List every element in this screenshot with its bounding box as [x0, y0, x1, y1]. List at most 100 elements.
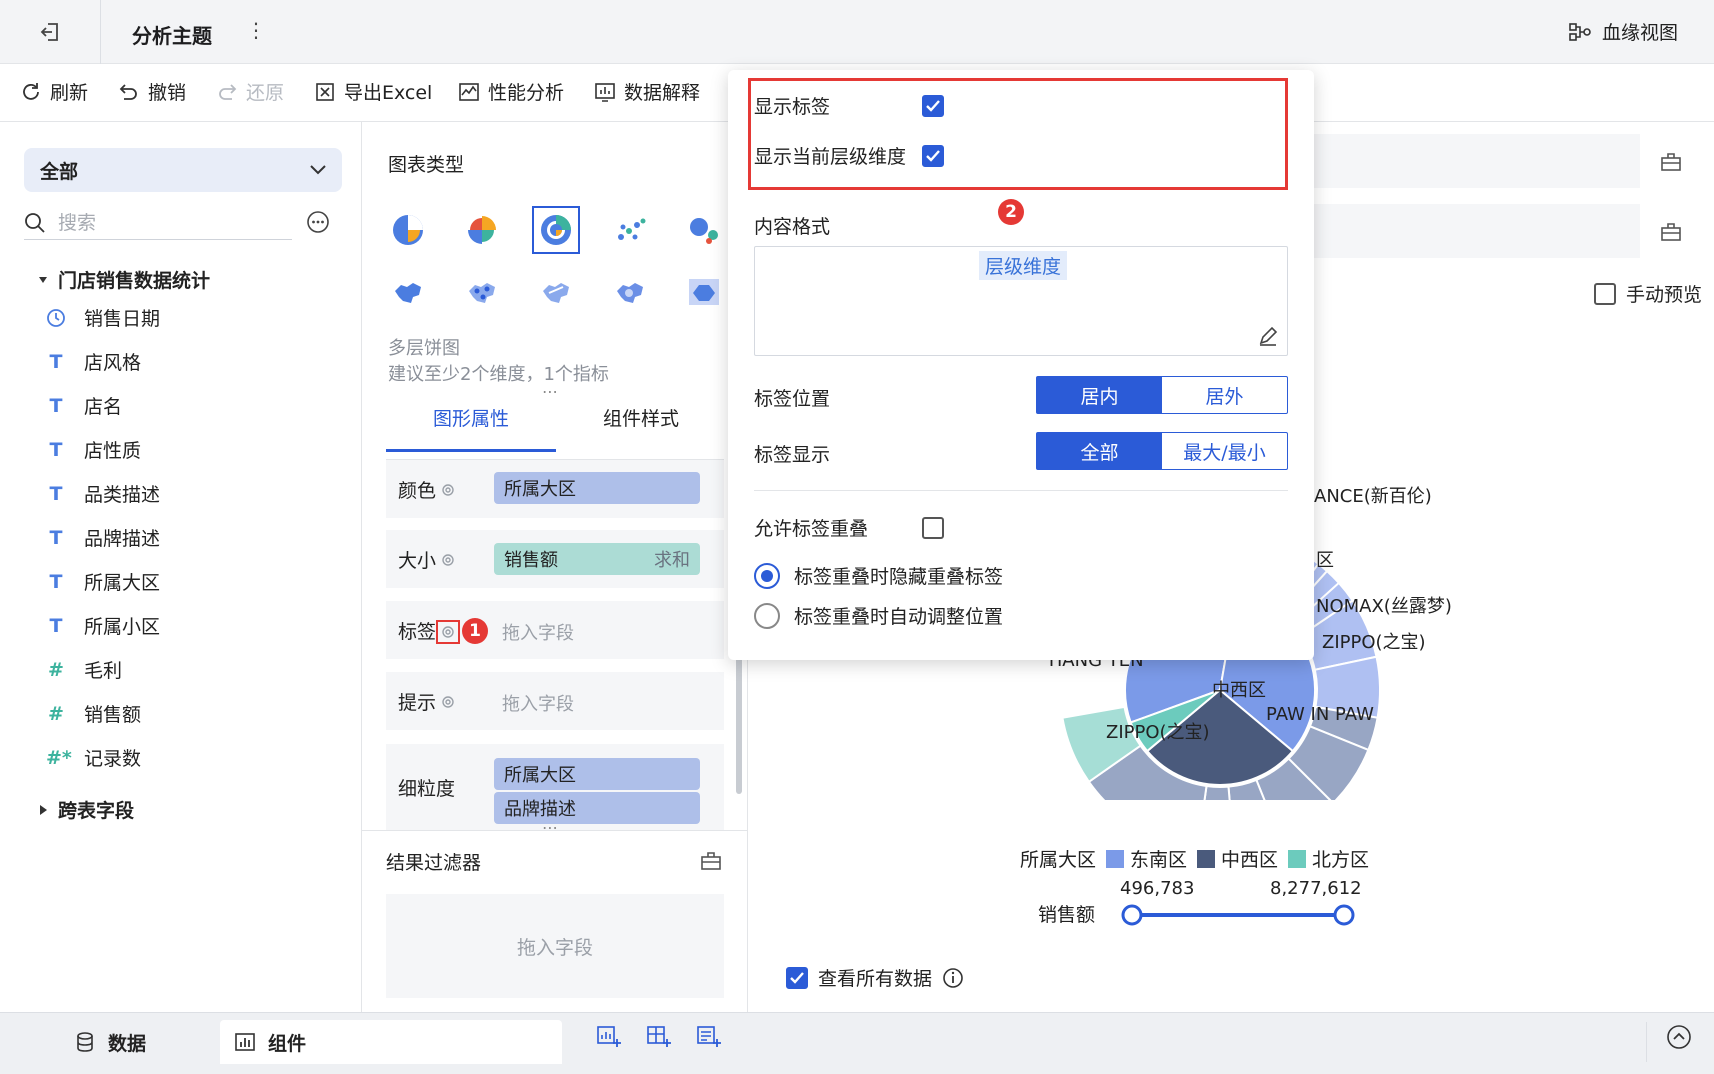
display-all-option[interactable]: 全部	[1037, 433, 1162, 469]
field-item[interactable]: T 所属大区	[46, 568, 161, 595]
database-icon	[77, 1032, 93, 1052]
show-level-dimension-row: 显示当前层级维度	[754, 142, 944, 169]
table-group-store-sales[interactable]: 门店销售数据统计	[38, 266, 210, 293]
undo-button[interactable]: 撤销	[118, 78, 186, 105]
field-item[interactable]: # 销售额	[46, 700, 141, 727]
field-search	[24, 206, 292, 240]
drop-placeholder[interactable]: 拖入字段	[502, 690, 574, 716]
chart-type-scatter[interactable]	[606, 206, 654, 254]
show-label-checkbox[interactable]	[922, 94, 944, 117]
field-item[interactable]: T 店名	[46, 392, 123, 419]
data-explain-button[interactable]: 数据解释	[594, 78, 700, 105]
field-options-button[interactable]	[306, 210, 330, 234]
chart-type-flow-map[interactable]	[532, 268, 580, 316]
field-item[interactable]: #* 记录数	[46, 744, 141, 771]
chart-type-region-map[interactable]	[384, 268, 432, 316]
collapse-button[interactable]	[1666, 1024, 1692, 1050]
legend-item[interactable]: 北方区	[1288, 845, 1369, 872]
field-label: 店风格	[84, 352, 142, 374]
radio-label: 标签重叠时隐藏重叠标签	[794, 566, 1004, 588]
chart-type-bubble[interactable]	[680, 206, 728, 254]
field-item[interactable]: T 店风格	[46, 348, 142, 375]
checkbox[interactable]	[1594, 282, 1616, 305]
field-label: 销售额	[84, 704, 142, 726]
text-type-icon: T	[49, 614, 63, 637]
performance-analysis-button[interactable]: 性能分析	[458, 78, 564, 105]
content-format-editor[interactable]: 层级维度	[754, 246, 1288, 356]
field-pill[interactable]: 所属大区	[494, 472, 700, 504]
radio-button[interactable]	[754, 602, 780, 629]
radio-hide-overlap[interactable]: 标签重叠时隐藏重叠标签	[754, 562, 1003, 589]
add-component-button[interactable]	[596, 1024, 622, 1048]
slot-label: 提示	[398, 692, 437, 714]
radio-auto-adjust[interactable]: 标签重叠时自动调整位置	[754, 602, 1003, 629]
chart-type-rose[interactable]	[458, 206, 506, 254]
lineage-view-button[interactable]: 血缘视图	[1568, 18, 1678, 45]
search-input[interactable]	[58, 211, 258, 234]
field-pill[interactable]: 销售额 求和	[494, 543, 700, 575]
chart-type-pie[interactable]	[384, 206, 432, 254]
section-resize-handle[interactable]: ⋯	[542, 818, 559, 837]
gear-icon[interactable]	[440, 552, 456, 568]
field-item[interactable]: 销售日期	[46, 304, 160, 331]
gear-icon[interactable]	[440, 482, 456, 498]
pie-data-label: PAW IN PAW	[1266, 704, 1374, 725]
field-pill[interactable]: 品牌描述	[494, 792, 700, 824]
position-outside-option[interactable]: 居外	[1162, 377, 1287, 413]
multilayer-pie-icon	[541, 215, 571, 245]
field-item[interactable]: # 毛利	[46, 656, 122, 683]
tab-graphic-properties[interactable]: 图形属性	[386, 404, 556, 452]
add-dashboard-button[interactable]	[646, 1024, 672, 1048]
chart-type-multilayer-pie[interactable]	[532, 206, 580, 254]
slot-tooltip: 提示 拖入字段	[386, 672, 724, 730]
dimension-drop-bar[interactable]	[1310, 134, 1640, 188]
legend-item[interactable]: 东南区	[1106, 845, 1187, 872]
chart-type-hint: 建议至少2个维度，1个指标	[388, 364, 609, 385]
show-level-dimension-checkbox[interactable]	[922, 144, 944, 167]
gear-icon[interactable]	[440, 694, 456, 710]
more-menu-button[interactable]: ⋮	[246, 18, 266, 42]
refresh-button[interactable]: 刷新	[20, 78, 88, 105]
scope-select[interactable]: 全部	[24, 148, 342, 192]
legend-item[interactable]: 中西区	[1197, 845, 1278, 872]
info-icon[interactable]	[942, 967, 964, 989]
display-maxmin-option[interactable]: 最大/最小	[1162, 433, 1287, 469]
tab-data[interactable]: 数据	[60, 1020, 160, 1064]
back-button[interactable]	[30, 16, 72, 48]
table-group-cross-table[interactable]: 跨表字段	[38, 796, 134, 823]
aggregation-label[interactable]: 求和	[654, 546, 690, 572]
section-resize-handle[interactable]: ⋯	[542, 382, 559, 401]
tab-component[interactable]: 组件	[220, 1020, 562, 1064]
field-item[interactable]: T 所属小区	[46, 612, 161, 639]
allow-overlap-checkbox[interactable]	[922, 516, 944, 539]
field-item[interactable]: T 店性质	[46, 436, 142, 463]
dimension-settings-button[interactable]	[1660, 152, 1682, 172]
add-report-button[interactable]	[696, 1024, 722, 1048]
redo-button[interactable]: 还原	[216, 78, 284, 105]
drop-placeholder[interactable]: 拖入字段	[502, 619, 574, 645]
filter-drop-zone[interactable]: 拖入字段	[386, 894, 724, 998]
label-settings-button[interactable]	[436, 620, 460, 644]
measure-settings-button[interactable]	[1660, 222, 1682, 242]
radio-button-checked[interactable]	[754, 562, 780, 589]
add-filter-button[interactable]	[700, 851, 722, 871]
tab-component-style[interactable]: 组件样式	[556, 404, 726, 449]
export-excel-button[interactable]: 导出Excel	[314, 78, 432, 105]
text-type-icon: T	[49, 438, 63, 461]
field-item[interactable]: T 品牌描述	[46, 524, 161, 551]
position-inside-option[interactable]: 居内	[1037, 377, 1162, 413]
chart-type-point-map[interactable]	[458, 268, 506, 316]
edit-icon[interactable]	[1257, 325, 1279, 347]
size-range-slider[interactable]	[1118, 900, 1358, 930]
table-group-label: 门店销售数据统计	[58, 270, 211, 292]
redo-icon	[219, 83, 237, 100]
data-explain-icon	[595, 82, 615, 102]
checkbox-checked[interactable]	[786, 966, 808, 989]
chart-type-heat-map[interactable]	[606, 268, 654, 316]
field-pill[interactable]: 所属大区	[494, 758, 700, 790]
measure-drop-bar[interactable]	[1310, 204, 1640, 258]
manual-preview-toggle[interactable]: 手动预览	[1594, 280, 1702, 307]
field-item[interactable]: T 品类描述	[46, 480, 161, 507]
chart-type-area-map[interactable]	[680, 268, 728, 316]
view-all-data-toggle[interactable]: 查看所有数据	[786, 964, 964, 991]
